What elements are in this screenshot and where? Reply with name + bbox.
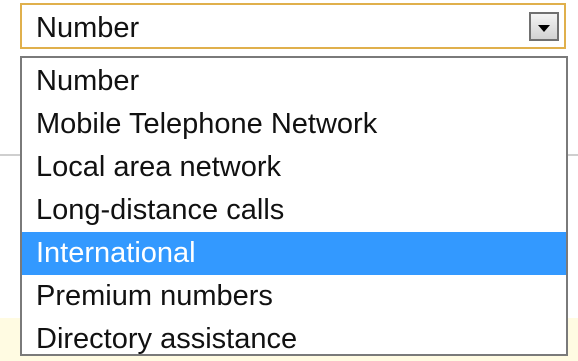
dropdown-option-mobile-telephone-network[interactable]: Mobile Telephone Network (22, 103, 566, 146)
dropdown-option-directory-assistance[interactable]: Directory assistance (22, 318, 566, 361)
background-divider-left (0, 154, 20, 156)
number-type-select[interactable]: Number (20, 3, 566, 49)
select-current-value: Number (36, 12, 140, 44)
dropdown-toggle-button[interactable] (529, 12, 559, 41)
dropdown-option-premium-numbers[interactable]: Premium numbers (22, 275, 566, 318)
dropdown-option-international[interactable]: International (22, 232, 566, 275)
dropdown-list[interactable]: Number Mobile Telephone Network Local ar… (20, 56, 568, 356)
dropdown-option-long-distance-calls[interactable]: Long-distance calls (22, 189, 566, 232)
dropdown-option-number[interactable]: Number (22, 60, 566, 103)
dropdown-option-local-area-network[interactable]: Local area network (22, 146, 566, 189)
background-divider-right (568, 154, 578, 156)
dropdown-arrow-icon (538, 25, 550, 32)
